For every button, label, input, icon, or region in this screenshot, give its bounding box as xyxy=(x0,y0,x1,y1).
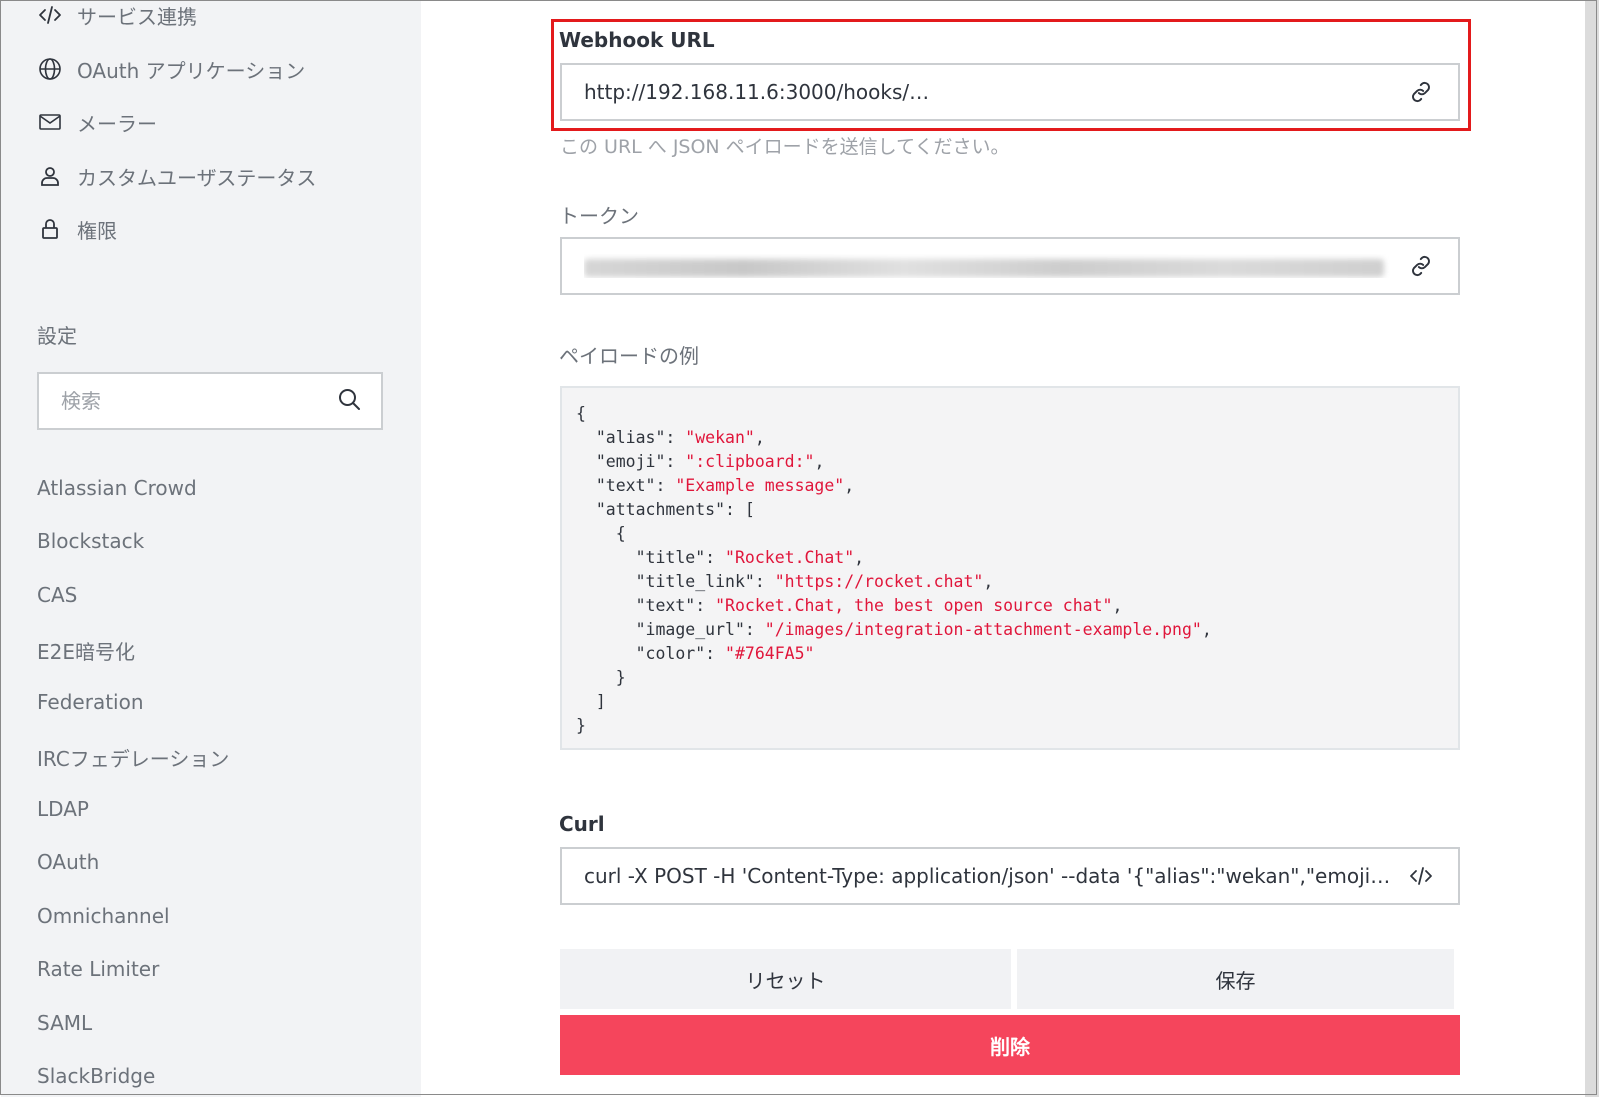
code-icon xyxy=(37,2,63,28)
save-button[interactable]: 保存 xyxy=(1017,949,1454,1009)
curl-value[interactable]: curl -X POST -H 'Content-Type: applicati… xyxy=(584,864,1396,888)
settings-item-slackbridge[interactable]: SlackBridge xyxy=(37,1064,155,1088)
user-icon xyxy=(37,163,63,189)
search-icon[interactable] xyxy=(337,387,361,415)
reset-button[interactable]: リセット xyxy=(560,949,1011,1009)
settings-item-saml[interactable]: SAML xyxy=(37,1011,92,1035)
settings-search[interactable] xyxy=(37,372,383,430)
sidebar-item-label: カスタムユーザステータス xyxy=(77,165,317,190)
settings-item-e2e[interactable]: E2E暗号化 xyxy=(37,636,135,665)
globe-icon xyxy=(37,56,63,82)
payload-example-code: { "alias": "wekan", "emoji": ":clipboard… xyxy=(560,386,1460,750)
settings-item-ldap[interactable]: LDAP xyxy=(37,797,89,821)
sidebar-item-custom-user-status[interactable]: カスタムユーザステータス xyxy=(37,161,316,191)
scrollbar[interactable] xyxy=(1585,0,1599,1097)
highlight-box xyxy=(551,19,1471,131)
settings-section-title: 設定 xyxy=(37,324,77,348)
sidebar-item-label: OAuth アプリケーション xyxy=(77,58,306,83)
settings-item-rate-limiter[interactable]: Rate Limiter xyxy=(37,957,159,981)
link-icon[interactable] xyxy=(1406,251,1436,281)
lock-icon xyxy=(37,216,63,242)
sidebar-item-label: サービス連携 xyxy=(77,4,197,29)
curl-label: Curl xyxy=(559,812,605,836)
sidebar-item-permissions[interactable]: 権限 xyxy=(37,214,117,244)
token-value[interactable] xyxy=(584,254,1396,278)
settings-item-cas[interactable]: CAS xyxy=(37,583,77,607)
sidebar-item-integrations[interactable]: サービス連携 xyxy=(37,0,197,30)
sidebar-item-oauth-apps[interactable]: OAuth アプリケーション xyxy=(37,54,305,84)
token-label: トークン xyxy=(559,204,639,228)
redacted-token xyxy=(584,258,1384,277)
sidebar-item-label: メーラー xyxy=(77,111,157,136)
settings-item-irc-federation[interactable]: IRCフェデレーション xyxy=(37,743,229,772)
settings-item-omnichannel[interactable]: Omnichannel xyxy=(37,904,170,928)
settings-item-blockstack[interactable]: Blockstack xyxy=(37,529,144,553)
settings-item-atlassian-crowd[interactable]: Atlassian Crowd xyxy=(37,476,197,500)
curl-field[interactable]: curl -X POST -H 'Content-Type: applicati… xyxy=(560,847,1460,905)
sidebar-item-label: 権限 xyxy=(77,218,117,243)
mail-icon xyxy=(37,109,63,135)
code-icon[interactable] xyxy=(1406,861,1436,891)
delete-button[interactable]: 削除 xyxy=(560,1015,1460,1075)
sidebar-item-mailer[interactable]: メーラー xyxy=(37,107,157,137)
admin-sidebar: サービス連携 OAuth アプリケーション メーラー カスタムユーザステータス … xyxy=(1,0,421,1097)
token-field[interactable] xyxy=(560,237,1460,295)
settings-item-oauth[interactable]: OAuth xyxy=(37,850,99,874)
settings-item-federation[interactable]: Federation xyxy=(37,690,144,714)
search-input[interactable] xyxy=(59,388,303,414)
webhook-url-help: この URL へ JSON ペイロードを送信してください。 xyxy=(560,136,1010,158)
payload-example-label: ペイロードの例 xyxy=(559,344,699,368)
